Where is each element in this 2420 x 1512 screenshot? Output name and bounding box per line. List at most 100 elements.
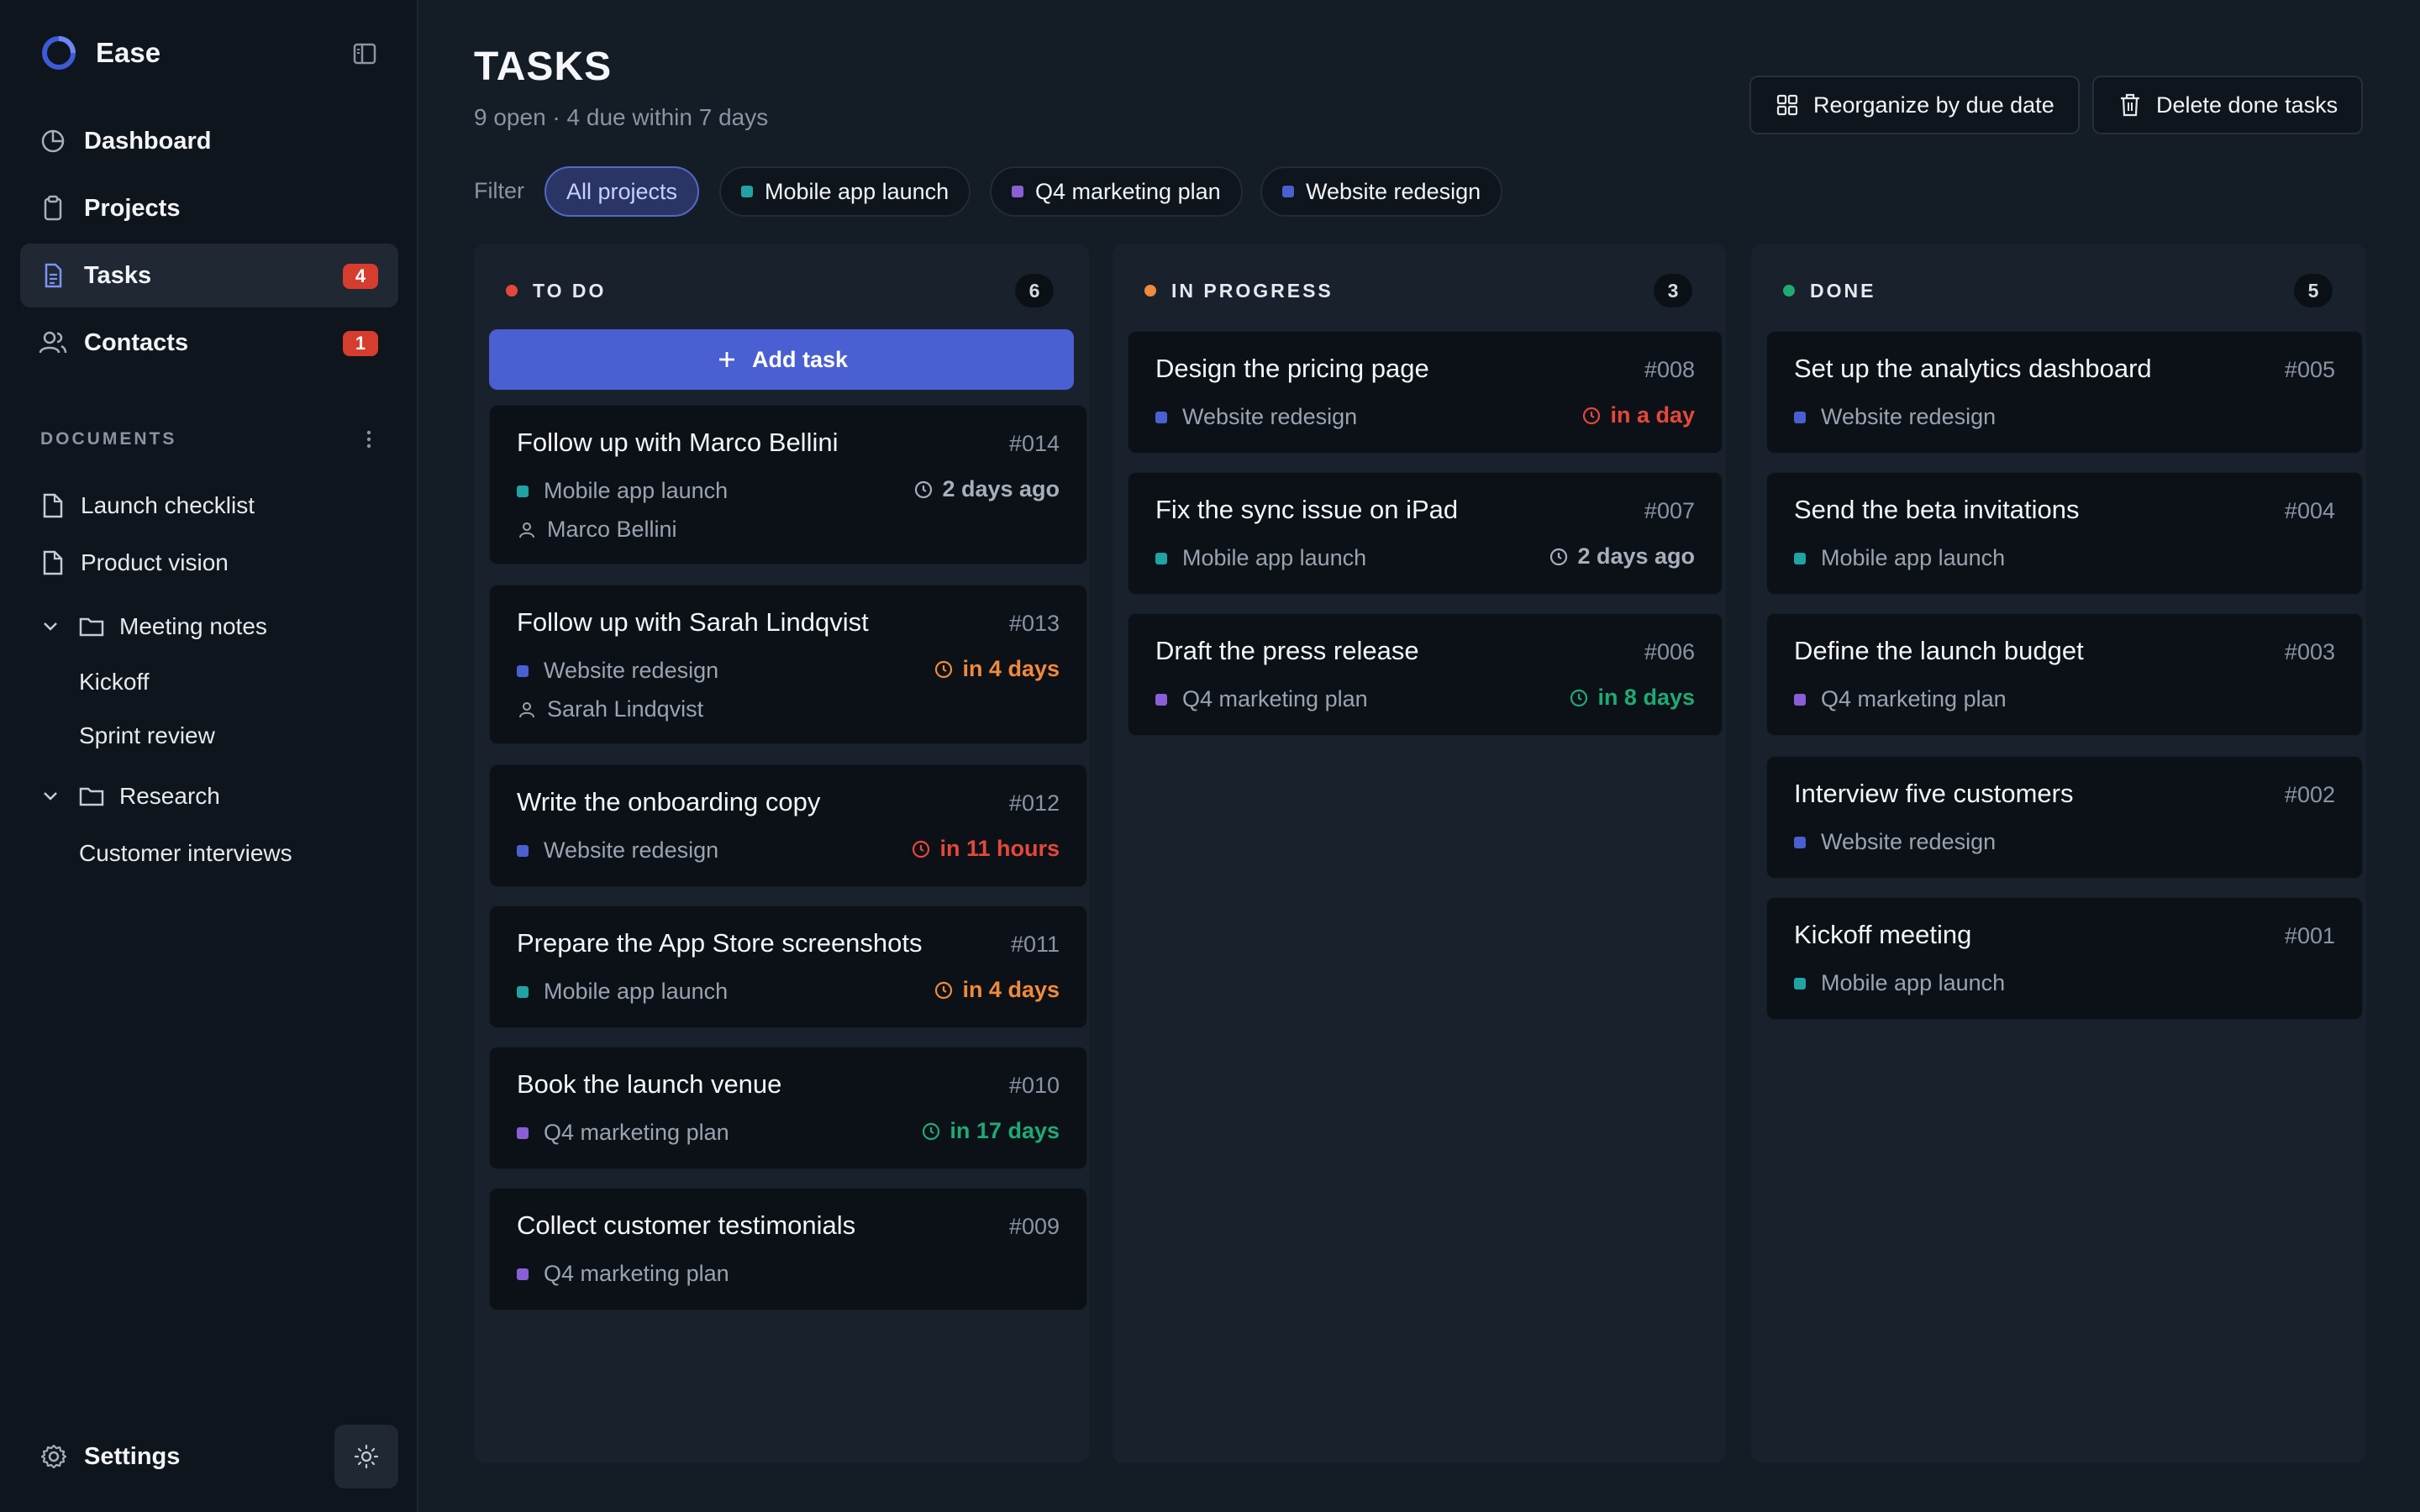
sidebar-toggle-button[interactable] [348,39,381,69]
nav-item-projects[interactable]: Projects [20,176,398,240]
task-number: #006 [1644,639,1695,664]
filter-chip-mobile-app-launch[interactable]: Mobile app launch [719,166,971,217]
doc-item-sprint-review[interactable]: Sprint review [79,717,215,754]
doc-item-launch-checklist[interactable]: Launch checklist [40,487,255,524]
sidebar-toggle-icon [353,43,376,65]
folder-label: Research [119,783,220,809]
project-color-dot [1012,186,1023,197]
main-nav: Dashboard Projects Tasks 4 Contacts 1 [20,109,398,378]
task-card[interactable]: Send the beta invitations #004 Mobile ap… [1766,472,2363,595]
task-card[interactable]: Follow up with Marco Bellini #014 Mobile… [489,405,1087,564]
chevron-down-icon[interactable] [40,617,60,637]
settings-label: Settings [84,1442,181,1470]
doc-item-kickoff[interactable]: Kickoff [79,664,150,701]
doc-item-customer-interviews[interactable]: Customer interviews [79,835,292,872]
delete-done-label: Delete done tasks [2156,92,2338,118]
task-title: Follow up with Sarah Lindqvist [517,607,869,637]
nav-item-tasks[interactable]: Tasks 4 [20,244,398,307]
project-color-square [517,1268,529,1280]
sidebar: Ease Dashboard Projects Tasks 4 Contacts… [0,0,418,1512]
task-card[interactable]: Design the pricing page #008 Website red… [1128,331,1723,454]
project-name: Website redesign [544,837,719,863]
add-task-button[interactable]: Add task [489,329,1074,390]
task-project: Website redesign [1794,829,1996,855]
project-color-square [517,1126,529,1139]
chevron-down-icon[interactable] [40,786,60,806]
column-count-badge: 6 [1015,274,1054,307]
page-title: TASKS [474,45,613,89]
project-color-square [1794,411,1806,423]
column-done: DONE 5 Set up the analytics dashboard #0… [1751,244,2366,1463]
clock-icon [1581,406,1602,426]
column-count-badge: 5 [2294,274,2333,307]
task-card[interactable]: Write the onboarding copy #012 Website r… [489,764,1087,887]
user-icon [517,520,537,540]
file-icon [40,550,66,575]
column-title: IN PROGRESS [1171,279,1334,302]
clock-icon [921,1121,941,1142]
task-title: Fix the sync issue on iPad [1155,495,1459,524]
task-due: in 4 days [934,656,1060,682]
task-card[interactable]: Kickoff meeting #001 Mobile app launch [1766,897,2363,1020]
reorganize-label: Reorganize by due date [1813,92,2054,118]
task-title: Interview five customers [1794,779,2074,808]
project-name: Mobile app launch [1821,545,2006,570]
task-card[interactable]: Prepare the App Store screenshots #011 M… [489,906,1087,1028]
pie-chart-icon [39,127,67,155]
clock-icon [934,659,954,680]
task-number: #007 [1644,498,1695,523]
task-due: in a day [1581,402,1695,428]
filter-chip-website-redesign[interactable]: Website redesign [1260,166,1503,217]
project-name: Mobile app launch [1182,545,1367,570]
task-project: Website redesign [1155,404,1357,430]
folder-meeting-notes[interactable]: Meeting notes [40,608,267,645]
task-title: Design the pricing page [1155,354,1429,383]
documents-heading: DOCUMENTS [40,429,177,449]
doc-label: Kickoff [79,669,150,695]
project-name: Website redesign [1182,404,1358,429]
filter-chip-all-projects[interactable]: All projects [544,166,700,217]
doc-item-product-vision[interactable]: Product vision [40,544,229,581]
column-title: TO DO [533,279,607,302]
task-card[interactable]: Book the launch venue #010 Q4 marketing … [489,1047,1087,1169]
nav-item-dashboard[interactable]: Dashboard [20,109,398,173]
task-card[interactable]: Follow up with Sarah Lindqvist #013 Webs… [489,585,1087,744]
task-project: Q4 marketing plan [517,1120,729,1146]
status-dot [506,285,518,297]
column-in-progress: IN PROGRESS 3 Design the pricing page #0… [1113,244,1726,1463]
task-card[interactable]: Define the launch budget #003 Q4 marketi… [1766,613,2363,736]
delete-done-tasks-button[interactable]: Delete done tasks [2092,76,2364,134]
reorganize-by-due-date-button[interactable]: Reorganize by due date [1749,76,2080,134]
task-project: Q4 marketing plan [1794,686,2007,712]
task-due: in 8 days [1569,685,1695,711]
theme-toggle-button[interactable] [334,1425,398,1488]
settings-link[interactable]: Settings [40,1438,180,1475]
task-project: Website redesign [517,658,718,684]
task-card[interactable]: Collect customer testimonials #009 Q4 ma… [489,1188,1087,1310]
documents-more-icon[interactable] [356,427,381,452]
clipboard-icon [39,194,67,223]
task-card[interactable]: Set up the analytics dashboard #005 Webs… [1766,331,2363,454]
task-due: 2 days ago [1549,543,1695,570]
filter-label: Filter [474,178,524,203]
due-text: in 8 days [1597,685,1695,710]
brand[interactable]: Ease [40,32,160,74]
due-text: in a day [1610,402,1695,428]
task-project: Mobile app launch [1794,970,2005,996]
folder-research[interactable]: Research [40,778,220,815]
task-card[interactable]: Draft the press release #006 Q4 marketin… [1128,613,1723,736]
task-card[interactable]: Interview five customers #002 Website re… [1766,756,2363,879]
task-number: #004 [2284,498,2335,523]
folder-icon [79,614,104,639]
task-title: Set up the analytics dashboard [1794,354,2152,383]
project-color-square [1155,693,1167,706]
column-todo: TO DO 6 Add task Follow up with Marco Be… [474,244,1089,1463]
filter-chip-q4-marketing-plan[interactable]: Q4 marketing plan [990,166,1243,217]
column-count-badge: 3 [1654,274,1692,307]
doc-label: Customer interviews [79,840,292,866]
task-card[interactable]: Fix the sync issue on iPad #007 Mobile a… [1128,472,1723,595]
nav-item-contacts[interactable]: Contacts 1 [20,311,398,375]
contact-name: Sarah Lindqvist [547,696,704,722]
status-dot [1783,285,1795,297]
due-text: in 11 hours [939,836,1060,861]
